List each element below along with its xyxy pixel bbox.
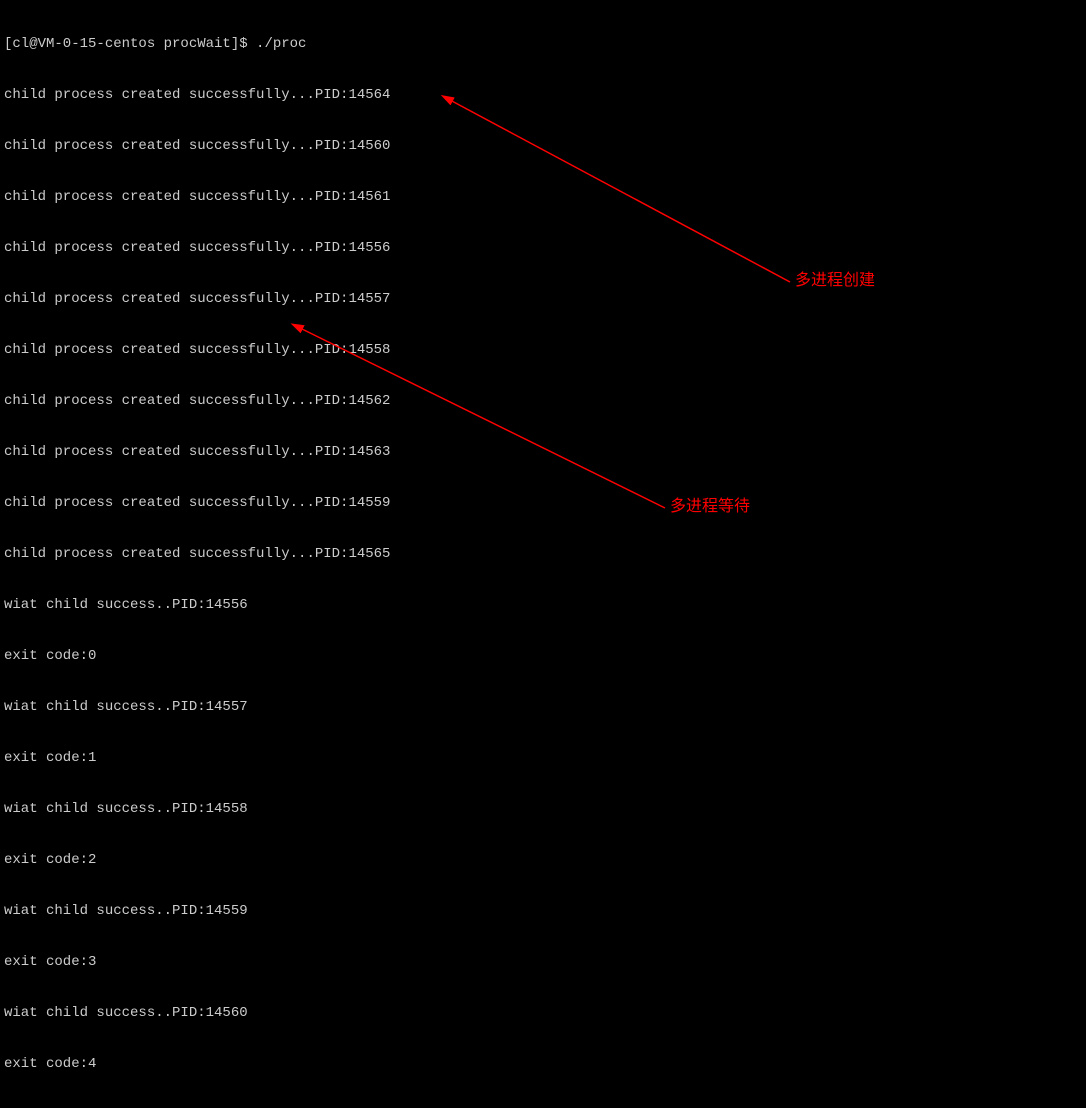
exit-line: exit code:3 — [4, 954, 1082, 971]
exit-line: exit code:4 — [4, 1056, 1082, 1073]
created-line: child process created successfully...PID… — [4, 444, 1082, 461]
wait-line: wiat child success..PID:14556 — [4, 597, 1082, 614]
prompt-line: [cl@VM-0-15-centos procWait]$ ./proc — [4, 36, 1082, 53]
created-line: child process created successfully...PID… — [4, 342, 1082, 359]
created-line: child process created successfully...PID… — [4, 291, 1082, 308]
wait-line: wiat child success..PID:14559 — [4, 903, 1082, 920]
annotation-create: 多进程创建 — [795, 272, 875, 289]
exit-line: exit code:0 — [4, 648, 1082, 665]
exit-line: exit code:1 — [4, 750, 1082, 767]
created-line: child process created successfully...PID… — [4, 240, 1082, 257]
wait-line: wiat child success..PID:14560 — [4, 1005, 1082, 1022]
annotation-wait: 多进程等待 — [670, 498, 750, 515]
created-line: child process created successfully...PID… — [4, 189, 1082, 206]
created-line: child process created successfully...PID… — [4, 138, 1082, 155]
terminal-output: [cl@VM-0-15-centos procWait]$ ./proc chi… — [4, 2, 1082, 1108]
created-line: child process created successfully...PID… — [4, 546, 1082, 563]
wait-line: wiat child success..PID:14557 — [4, 699, 1082, 716]
created-line: child process created successfully...PID… — [4, 393, 1082, 410]
wait-line: wiat child success..PID:14558 — [4, 801, 1082, 818]
created-line: child process created successfully...PID… — [4, 495, 1082, 512]
wait-line: wiat child success..PID:14561 — [4, 1107, 1082, 1108]
exit-line: exit code:2 — [4, 852, 1082, 869]
created-line: child process created successfully...PID… — [4, 87, 1082, 104]
